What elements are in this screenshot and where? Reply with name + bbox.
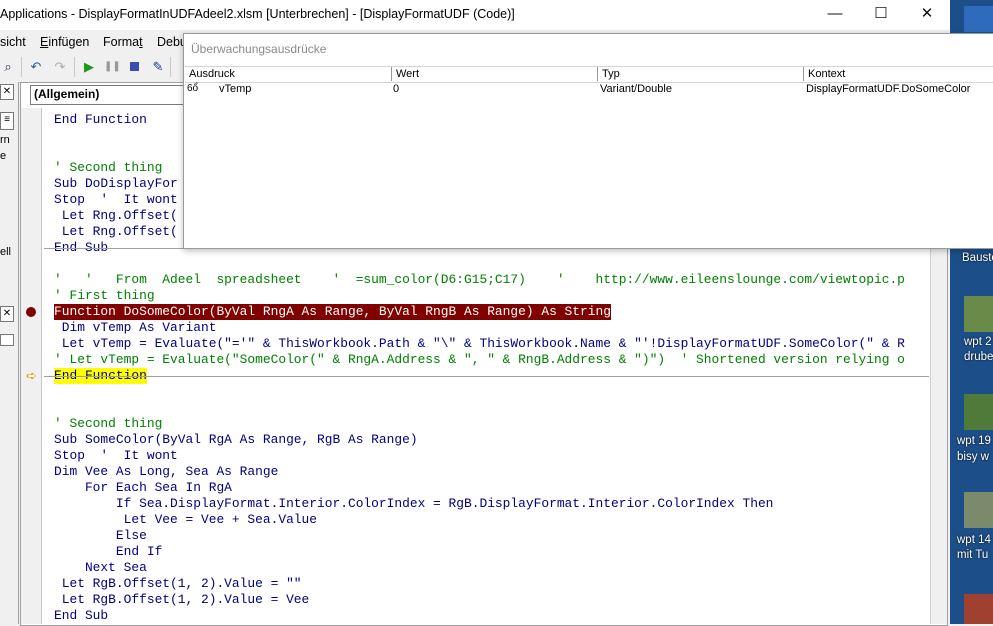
break-icon[interactable]: ❚❚ [104, 59, 121, 75]
desktop-icon[interactable] [964, 594, 993, 624]
code-line[interactable]: ' ' From Adeel spreadsheet ' =sum_color(… [54, 272, 905, 288]
desktop-label: drube [964, 351, 993, 363]
desktop-icon[interactable] [964, 394, 993, 430]
code-line[interactable]: Let RgB.Offset(1, 2).Value = Vee [54, 592, 310, 608]
watch-value[interactable]: 0 [393, 83, 399, 95]
code-line[interactable]: If Sea.DisplayFormat.Interior.ColorIndex… [54, 496, 774, 512]
code-line[interactable]: Function DoSomeColor(ByVal RngA As Range… [54, 304, 611, 320]
code-line[interactable]: Dim Vee As Long, Sea As Range [54, 464, 278, 480]
desktop-icon[interactable] [964, 296, 993, 332]
current-line-arrow-icon: ➪ [26, 368, 37, 383]
code-line[interactable]: ' Let vTemp = Evaluate("SomeColor(" & Rn… [54, 352, 905, 368]
design-mode-icon[interactable]: ✎ [150, 59, 166, 75]
column-header-expression[interactable]: Ausdruck [185, 67, 391, 81]
code-line[interactable]: Let RgB.Offset(1, 2).Value = "" [54, 576, 302, 592]
code-line[interactable]: End Sub [54, 608, 108, 624]
code-line[interactable]: Stop ' It wont [54, 192, 178, 208]
code-line[interactable]: Let Rng.Offset( [54, 208, 178, 224]
code-line[interactable]: For Each Sea In RgA [54, 480, 232, 496]
toolbar-separator [170, 57, 171, 77]
close-button[interactable]: ✕ [904, 0, 950, 30]
code-line[interactable]: Sub SomeColor(ByVal RgA As Range, RgB As… [54, 432, 418, 448]
watch-glasses-icon: 6ổ [187, 83, 199, 94]
minimize-button[interactable]: — [812, 0, 858, 30]
run-icon[interactable]: ▶ [81, 59, 97, 75]
dropdown-icon[interactable] [0, 334, 14, 346]
project-explorer-panel [0, 82, 19, 624]
window-title: Applications - DisplayFormatInUDFAdeel2.… [0, 7, 515, 21]
menu-einfuegen[interactable]: Einfügen [40, 35, 89, 49]
margin-indicator-bar[interactable] [21, 108, 42, 624]
code-line[interactable]: Sub DoDisplayFor [54, 176, 178, 192]
code-line[interactable]: End Function [54, 112, 147, 128]
code-line[interactable]: Dim vTemp As Variant [54, 320, 217, 336]
scroll-icon[interactable]: ≡ [0, 112, 14, 130]
toolbar-separator [74, 57, 75, 77]
watch-type: Variant/Double [600, 83, 672, 95]
close-icon[interactable]: ✕ [0, 306, 14, 322]
column-header-type[interactable]: Typ [597, 67, 802, 81]
menu-format-label: Forma [103, 35, 140, 49]
desktop-label: bisy w [957, 451, 989, 463]
desktop-label: wpt 2 [964, 336, 992, 348]
object-combo-value: (Allgemein) [34, 87, 100, 101]
panel-text-ell: ell [0, 246, 12, 258]
code-line[interactable]: ' First thing [54, 288, 155, 304]
watch-expression[interactable]: vTemp [219, 83, 251, 95]
code-line[interactable]: Let Vee = Vee + Sea.Value [54, 512, 317, 528]
redo-icon[interactable]: ↷ [52, 59, 68, 75]
column-header-value[interactable]: Wert [391, 67, 596, 81]
close-icon[interactable]: ✕ [0, 84, 14, 100]
binoculars-icon[interactable]: ⌕ [0, 59, 16, 75]
code-line[interactable]: ' Second thing [54, 416, 162, 432]
menu-format[interactable]: Format [103, 35, 143, 49]
code-line[interactable]: Let Rng.Offset( [54, 224, 178, 240]
watch-window-title: Überwachungsausdrücke [191, 42, 327, 56]
procedure-separator [44, 376, 929, 377]
panel-text-rn: rn [0, 134, 10, 146]
breakpoint-icon[interactable] [26, 307, 36, 317]
desktop-icon[interactable] [964, 492, 993, 528]
code-line[interactable]: ' Second thing [54, 160, 162, 176]
desktop-label: wpt 14 [957, 534, 991, 546]
undo-icon[interactable]: ↶ [28, 59, 44, 75]
toolbar-separator [21, 57, 22, 77]
watch-context: DisplayFormatUDF.DoSomeColor [806, 83, 971, 95]
code-line[interactable]: Else [54, 528, 147, 544]
code-line[interactable]: Stop ' It wont [54, 448, 178, 464]
panel-text-e: e [0, 150, 7, 162]
desktop-label: Bauste [962, 252, 993, 264]
desktop-label: mit Tu [957, 549, 989, 561]
desktop-icon[interactable] [964, 6, 993, 32]
code-line[interactable]: End If [54, 544, 162, 560]
code-line[interactable]: Let vTemp = Evaluate("='" & ThisWorkbook… [54, 336, 905, 352]
desktop-label: wpt 19 [957, 435, 991, 447]
reset-icon[interactable] [130, 62, 139, 71]
menu-format-accel: t [139, 35, 143, 49]
menu-ansicht[interactable]: sicht [0, 35, 26, 49]
code-line[interactable]: Next Sea [54, 560, 147, 576]
column-header-context[interactable]: Kontext [803, 67, 993, 81]
maximize-button[interactable]: ☐ [858, 0, 904, 30]
menu-einfuegen-label: infügen [48, 35, 90, 49]
